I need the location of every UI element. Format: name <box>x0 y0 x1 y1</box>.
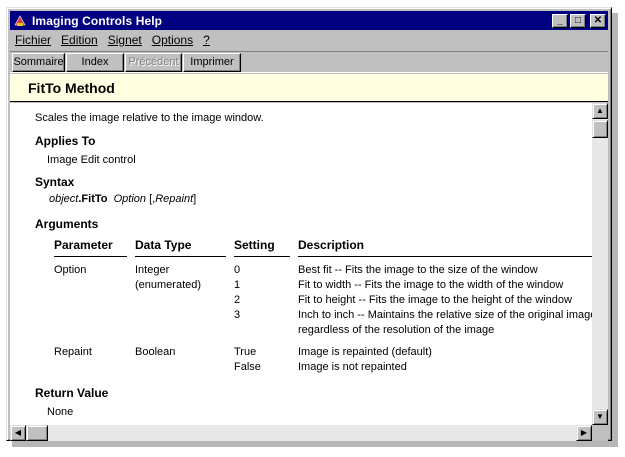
row-option-setting-3: 3 <box>234 309 241 321</box>
row-option-setting-2: 2 <box>234 294 241 306</box>
menu-options[interactable]: Options <box>147 33 198 47</box>
return-value-heading: Return Value <box>35 386 109 400</box>
menu-bar: Fichier Edition Signet Options ? <box>10 31 608 49</box>
col-rule-description <box>298 256 592 257</box>
applies-to-heading: Applies To <box>35 134 96 148</box>
row-repaint-desc-0: Image is repainted (default) <box>298 346 432 358</box>
row-repaint-setting-1: False <box>234 361 261 373</box>
arrow-down-icon: ▼ <box>596 412 604 421</box>
precedent-button[interactable]: Précédent <box>125 52 182 72</box>
vertical-scroll-thumb[interactable] <box>592 120 608 138</box>
maximize-icon: □ <box>574 14 582 26</box>
row-option-desc-0: Best fit -- Fits the image to the size o… <box>298 264 538 276</box>
minimize-button[interactable]: _ <box>552 13 568 28</box>
button-bar: Sommaire Index Précédent Imprimer <box>10 51 608 73</box>
arrow-up-icon: ▲ <box>596 106 604 115</box>
row-option-type: Integer <box>135 264 170 276</box>
col-description: Description <box>298 238 365 252</box>
scroll-right-button[interactable]: ▶ <box>576 425 592 441</box>
topic-content: Scales the image relative to the image w… <box>10 103 592 425</box>
horizontal-scrollbar[interactable]: ◀ ▶ <box>10 425 592 441</box>
col-setting: Setting <box>234 238 275 252</box>
topic-title: FitTo Method <box>28 79 115 96</box>
row-option-desc-4: regardless of the resolution of the imag… <box>298 324 495 336</box>
menu-fichier[interactable]: Fichier <box>10 33 56 47</box>
menu-signet[interactable]: Signet <box>103 33 147 47</box>
row-option-type-2: (enumerated) <box>135 279 202 291</box>
arrow-right-icon: ▶ <box>580 428 588 437</box>
help-book-icon <box>12 13 28 29</box>
scroll-down-button[interactable]: ▼ <box>592 409 608 425</box>
imprimer-button[interactable]: Imprimer <box>183 52 241 72</box>
title-bar[interactable]: Imaging Controls Help _ □ ✕ <box>10 11 608 30</box>
col-data-type: Data Type <box>135 238 192 252</box>
size-grip[interactable] <box>592 425 608 441</box>
row-option-desc-2: Fit to height -- Fits the image to the h… <box>298 294 572 306</box>
horizontal-scroll-thumb[interactable] <box>26 425 48 441</box>
col-rule-parameter <box>54 256 127 257</box>
menu-edition[interactable]: Edition <box>56 33 103 47</box>
arguments-heading: Arguments <box>35 217 99 231</box>
topic-header: FitTo Method <box>10 74 608 102</box>
row-repaint-parameter: Repaint <box>54 346 92 358</box>
row-option-setting-0: 0 <box>234 264 241 276</box>
row-option-setting-1: 1 <box>234 279 241 291</box>
row-repaint-desc-1: Image is not repainted <box>298 361 407 373</box>
syntax-line: object.FitTo Option [,Repaint] <box>49 193 196 205</box>
syntax-bracket-close: ] <box>193 193 197 205</box>
col-rule-setting <box>234 256 290 257</box>
syntax-repaint: Repaint <box>155 193 194 205</box>
row-repaint-type: Boolean <box>135 346 176 358</box>
syntax-method: .FitTo <box>78 193 108 205</box>
syntax-heading: Syntax <box>35 175 75 189</box>
topic-summary: Scales the image relative to the image w… <box>35 112 264 124</box>
col-rule-data-type <box>135 256 226 257</box>
return-value-text: None <box>47 406 74 418</box>
close-icon: ✕ <box>593 14 603 26</box>
arrow-left-icon: ◀ <box>14 428 22 437</box>
scroll-left-button[interactable]: ◀ <box>10 425 26 441</box>
col-parameter: Parameter <box>54 238 113 252</box>
syntax-object: object <box>49 193 79 205</box>
close-button[interactable]: ✕ <box>590 13 606 28</box>
row-repaint-setting-0: True <box>234 346 257 358</box>
row-option-desc-3: Inch to inch -- Maintains the relative s… <box>298 309 592 321</box>
syntax-option: Option <box>113 193 147 205</box>
menu-help[interactable]: ? <box>198 33 215 47</box>
row-option-parameter: Option <box>54 264 87 276</box>
window-title: Imaging Controls Help <box>32 13 163 28</box>
row-option-desc-1: Fit to width -- Fits the image to the wi… <box>298 279 564 291</box>
applies-to-text: Image Edit control <box>47 154 136 166</box>
help-window: Imaging Controls Help _ □ ✕ Fichier Edit… <box>6 7 612 441</box>
scroll-up-button[interactable]: ▲ <box>592 103 608 119</box>
maximize-button[interactable]: □ <box>570 13 586 28</box>
sommaire-button[interactable]: Sommaire <box>12 52 65 72</box>
vertical-scrollbar[interactable]: ▲ ▼ <box>592 103 608 425</box>
index-button[interactable]: Index <box>66 52 124 72</box>
minimize-icon: _ <box>557 14 563 26</box>
